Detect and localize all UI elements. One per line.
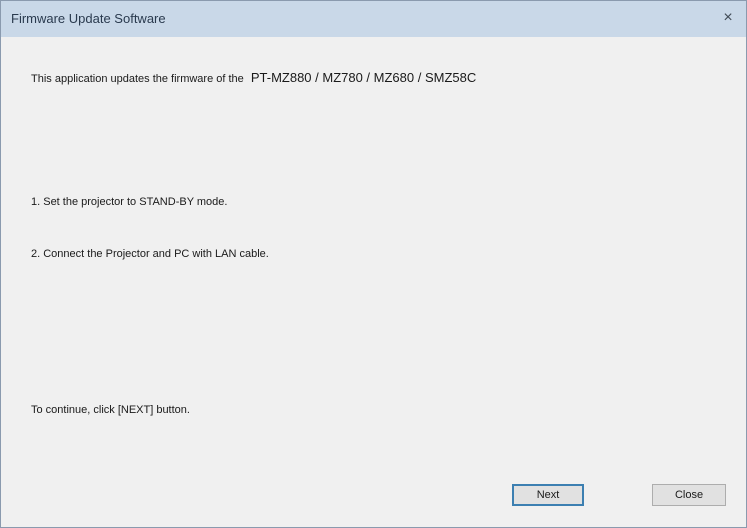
next-button[interactable]: Next: [512, 484, 584, 506]
intro-line: This application updates the firmware of…: [31, 70, 476, 85]
intro-text: This application updates the firmware of…: [31, 73, 244, 85]
continue-hint: To continue, click [NEXT] button.: [31, 404, 190, 416]
firmware-update-dialog: Firmware Update Software × This applicat…: [0, 0, 747, 528]
window-title: Firmware Update Software: [11, 11, 166, 26]
close-button[interactable]: Close: [652, 484, 726, 506]
title-bar[interactable]: Firmware Update Software ×: [1, 1, 746, 37]
model-name: PT-MZ880 / MZ780 / MZ680 / SMZ58C: [250, 70, 477, 85]
instruction-step-1: 1. Set the projector to STAND-BY mode.: [31, 196, 228, 208]
close-icon[interactable]: ×: [714, 7, 742, 31]
instruction-step-2: 2. Connect the Projector and PC with LAN…: [31, 248, 269, 260]
